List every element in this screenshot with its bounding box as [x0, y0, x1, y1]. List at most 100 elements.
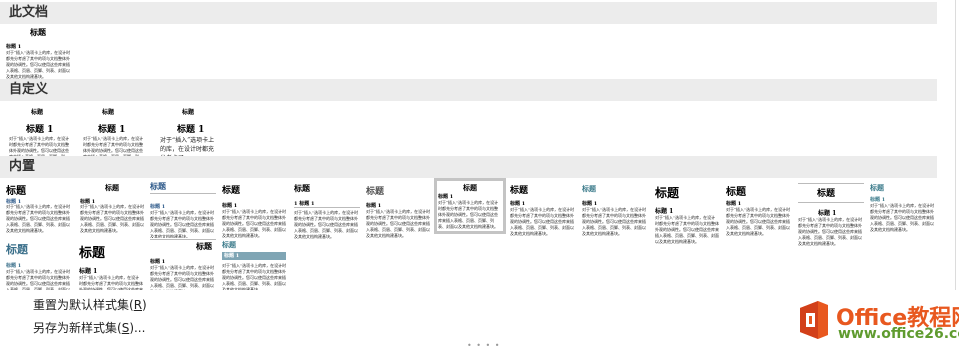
thumb-heading: 标题 1	[79, 268, 98, 275]
style-set-builtin-10[interactable]: 标题 标题 1 对于“插入”选项卡上的库，在设计时都充分考虑了其中的项与文档整体…	[652, 180, 722, 246]
thumb-heading: 标题 1	[150, 259, 166, 265]
save-close: )...	[129, 321, 146, 335]
section-header-custom: 自定义	[0, 79, 937, 101]
thumb-heading: 标题 1	[366, 203, 382, 209]
thumb-body: 对于“插入”选项卡上的库，在设计时都充分考虑了其中的项与文档整体外观的协调性。您…	[582, 207, 647, 236]
thumb-title: 标题	[31, 109, 44, 116]
office-logo-icon	[800, 301, 828, 339]
style-set-builtin-5[interactable]: 标题 1 标题 1 对于“插入”选项卡上的库，在设计时都充分考虑了其中的项与文档…	[292, 180, 362, 246]
thumb-body: 对于“插入”选项卡上的库，在设计时都充分考虑了其中的项与文档整体外观的协调性。您…	[798, 217, 863, 246]
thumb-title: 标题	[366, 187, 385, 197]
thumb-title: 标题	[6, 243, 28, 256]
thumb-title: 标题	[222, 186, 241, 196]
section-header-builtin: 内置	[0, 156, 937, 178]
thumb-body: 对于“插入”选项卡上的库，在设计时都充分考虑了其中的项与文档整体外观的协调性。您…	[222, 263, 287, 290]
divider	[294, 207, 360, 208]
thumb-heading: 标题 1	[26, 125, 54, 135]
thumb-title: 标题	[510, 186, 529, 196]
thumb-title: 标题	[30, 27, 46, 37]
thumb-body: 对于“插入”选项卡上的库，在设计时都充分考虑了其中的项与文档整体外观的协调性。您…	[79, 275, 143, 290]
thumb-title: 标题	[196, 241, 212, 251]
thumb-heading: 标题 1	[510, 201, 526, 207]
section-header-this-document: 此文档	[0, 2, 937, 24]
style-set-builtin-2[interactable]: 标题 标题 1 对于“插入”选项卡上的库，在设计时都充分考虑了其中的项与文档整体…	[78, 180, 148, 246]
thumb-title: 标题	[582, 184, 596, 193]
save-as-new-style-set-menu-item[interactable]: 另存为新样式集(S)...	[33, 319, 145, 337]
thumb-body: 对于“插入”选项卡上的库，在设计时都充分考虑了其中的项与文档整体外观的协调性。您…	[6, 50, 71, 79]
thumb-title: 标题	[463, 183, 477, 192]
divider	[150, 239, 216, 240]
thumb-body: 对于“插入”选项卡上的库，在设计时都充分考虑了其中的项与文档整体外观的协调性。您…	[726, 207, 791, 236]
thumb-heading: 标题 1	[438, 194, 454, 200]
thumb-body: 对于“插入”选项卡上的库，在设计时都充分考虑了其中的项与文档整体外观的协调性。您…	[9, 136, 70, 158]
thumb-title: 标题	[150, 181, 166, 191]
thumb-heading: 标题 1	[582, 201, 598, 207]
thumb-body: 对于“插入”选项卡上的库，在设计时都充分考虑了其中的项与文档整体外观的协调性。您…	[150, 210, 215, 239]
style-set-builtin-17[interactable]: 标题 标题 1 对于“插入”选项卡上的库，在设计时都充分考虑了其中的项与文档整体…	[220, 238, 290, 290]
thumb-title: 标题	[726, 187, 746, 198]
thumb-body: 对于“插入”选项卡上的库，在设计时都充分考虑了其中的项与文档整体外观的协调性。您…	[655, 215, 719, 244]
reset-access-key: R	[133, 298, 143, 312]
logo-url: www.office26.com	[838, 326, 959, 342]
thumb-heading: 标题 1	[177, 125, 205, 135]
reset-label: 重置为默认样式集(	[33, 298, 134, 312]
divider	[150, 193, 216, 194]
style-set-builtin-1[interactable]: 标题 标题 1 对于“插入”选项卡上的库，在设计时都充分考虑了其中的项与文档整体…	[4, 180, 74, 246]
thumb-title: 标题	[105, 183, 119, 192]
thumb-heading: 标题 1	[222, 203, 238, 209]
thumb-body: 对于“插入”选项卡上的库，在设计时都充分考虑了其中的项与文档整体外观的协调性。您…	[80, 204, 145, 233]
style-set-builtin-7-selected[interactable]: 标题 标题 1 对于“插入”选项卡上的库，在设计时都充分考虑了其中的项与文档整体…	[434, 178, 506, 234]
thumb-heading: 标题 1	[870, 197, 886, 203]
thumb-heading: 标题 1	[6, 44, 22, 50]
thumb-title: 标题	[222, 240, 236, 249]
thumb-title: 标题	[79, 246, 106, 261]
thumb-body: 对于“插入”选项卡上的库，在设计时都充分考虑了其中的项与文档整体外观的协调性。您…	[6, 204, 71, 233]
style-set-custom-1[interactable]: 标题 标题 1 对于“插入”选项卡上的库，在设计时都充分考虑了其中的项与文档整体…	[4, 104, 74, 158]
thumb-heading: 标题 1	[98, 125, 126, 135]
thumb-heading: 标题 1	[224, 253, 240, 259]
thumb-body: 对于“插入”选项卡上的库，在设计时都充分考虑了其中的项与文档整体外观的协调性。您…	[6, 269, 71, 290]
resize-grip-icon[interactable]: • • • •	[467, 341, 501, 350]
style-set-custom-3[interactable]: 标题 标题 1 对于“插入”选项卡上的库，在设计时都充分考虑了	[150, 104, 220, 158]
thumb-heading: 标题 1	[818, 210, 837, 217]
reset-style-set-menu-item[interactable]: 重置为默认样式集(R)	[33, 296, 147, 314]
style-set-builtin-16[interactable]: 标题 标题 1 对于“插入”选项卡上的库，在设计时都充分考虑了其中的项与文档整体…	[148, 238, 218, 290]
thumb-body: 对于“插入”选项卡上的库，在设计时都充分考虑了其中的项与文档整体外观的协调性。您…	[83, 136, 144, 158]
thumb-body: 对于“插入”选项卡上的库，在设计时都充分考虑了其中的项与文档整体外观的协调性。您…	[294, 210, 359, 239]
thumb-heading: 1 标题 1	[294, 201, 315, 207]
office-tutorial-logo: Office教程网 www.office26.com	[794, 296, 959, 346]
thumb-title: 标题	[6, 186, 26, 197]
thumb-heading: 标题 1	[6, 263, 22, 269]
reset-close: )	[142, 298, 147, 312]
style-set-builtin-14[interactable]: 标题 标题 1 对于“插入”选项卡上的库，在设计时都充分考虑了其中的项与文档整体…	[4, 238, 74, 290]
style-set-builtin-4[interactable]: 标题 标题 1 对于“插入”选项卡上的库，在设计时都充分考虑了其中的项与文档整体…	[220, 180, 290, 246]
style-set-builtin-11[interactable]: 标题 标题 1 对于“插入”选项卡上的库，在设计时都充分考虑了其中的项与文档整体…	[724, 180, 794, 246]
thumb-body: 对于“插入”选项卡上的库，在设计时都充分考虑了其中的项与文档整体外观的协调性。您…	[222, 209, 287, 238]
style-set-builtin-13[interactable]: 标题 标题 1 对于“插入”选项卡上的库，在设计时都充分考虑了其中的项与文档整体…	[868, 180, 938, 246]
thumb-body: 对于“插入”选项卡上的库，在设计时都充分考虑了其中的项与文档整体外观的协调性。您…	[366, 209, 431, 238]
style-set-builtin-9[interactable]: 标题 标题 1 对于“插入”选项卡上的库，在设计时都充分考虑了其中的项与文档整体…	[580, 180, 650, 246]
thumb-title: 标题	[817, 189, 836, 199]
thumb-body: 对于“插入”选项卡上的库，在设计时都充分考虑了	[160, 137, 215, 158]
style-set-builtin-6[interactable]: 标题 标题 1 对于“插入”选项卡上的库，在设计时都充分考虑了其中的项与文档整体…	[364, 180, 434, 246]
thumb-body: 对于“插入”选项卡上的库，在设计时都充分考虑了其中的项与文档整体外观的协调性。您…	[150, 265, 215, 290]
scrollbar-edge	[955, 0, 956, 290]
style-set-custom-2[interactable]: 标题 标题 1 对于“插入”选项卡上的库，在设计时都充分考虑了其中的项与文档整体…	[78, 104, 148, 158]
save-label: 另存为新样式集(	[33, 321, 122, 335]
thumb-title: 标题	[182, 109, 195, 116]
divider	[798, 202, 864, 203]
thumb-title: 标题	[294, 183, 310, 193]
thumb-body: 对于“插入”选项卡上的库，在设计时都充分考虑了其中的项与文档整体外观的协调性。您…	[870, 203, 935, 232]
thumb-heading: 标题 1	[726, 201, 742, 207]
thumb-body: 对于“插入”选项卡上的库，在设计时都充分考虑了其中的项与文档整体外观的协调性。您…	[510, 207, 575, 236]
thumb-title: 标题	[870, 183, 884, 192]
style-set-builtin-8[interactable]: 标题 标题 1 对于“插入”选项卡上的库，在设计时都充分考虑了其中的项与文档整体…	[508, 180, 578, 246]
style-set-builtin-3[interactable]: 标题 标题 1 对于“插入”选项卡上的库，在设计时都充分考虑了其中的项与文档整体…	[148, 180, 218, 246]
thumb-heading: 标题 1	[150, 204, 166, 210]
style-set-builtin-12[interactable]: 标题 标题 1 对于“插入”选项卡上的库，在设计时都充分考虑了其中的项与文档整体…	[796, 180, 866, 246]
divider	[798, 183, 864, 184]
style-set-builtin-15[interactable]: 标题 标题 1 对于“插入”选项卡上的库，在设计时都充分考虑了其中的项与文档整体…	[76, 238, 146, 290]
thumb-body: 对于“插入”选项卡上的库，在设计时都充分考虑了其中的项与文档整体外观的协调性。您…	[438, 200, 499, 229]
thumb-heading: 标题 1	[655, 208, 674, 215]
thumb-title: 标题	[102, 109, 115, 116]
